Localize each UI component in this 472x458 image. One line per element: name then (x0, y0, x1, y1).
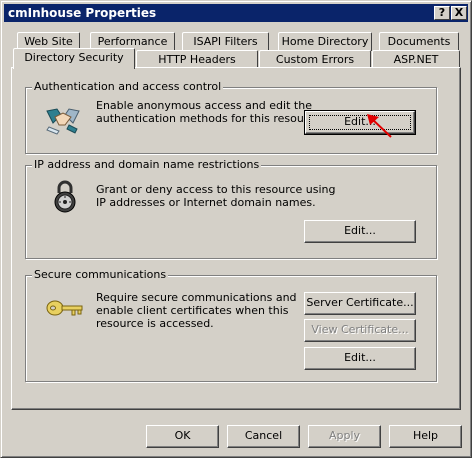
cancel-button[interactable]: Cancel (227, 425, 300, 448)
properties-dialog: cmInhouse Properties ? X Web Site Perfor… (0, 0, 472, 458)
tab-isapi-filters[interactable]: ISAPI Filters (182, 32, 269, 51)
server-certificate-button[interactable]: Server Certificate... (304, 292, 416, 315)
ip-group: IP address and domain name restrictions (25, 158, 437, 259)
ip-edit-button[interactable]: Edit... (304, 220, 416, 243)
auth-description-line2: authentication methods for this resource… (96, 112, 325, 125)
secure-description-line2: enable client certificates when this (96, 304, 289, 317)
tab-documents[interactable]: Documents (379, 32, 459, 51)
ip-group-title: IP address and domain name restrictions (32, 158, 262, 172)
apply-label: Apply (328, 429, 361, 442)
lock-icon (54, 180, 76, 213)
secure-edit-label: Edit... (344, 351, 376, 364)
auth-description-line1: Enable anonymous access and edit the (96, 99, 312, 112)
help-button[interactable]: Help (389, 425, 462, 448)
ip-description-line2: IP addresses or Internet domain names. (96, 196, 316, 209)
view-certificate-label: View Certificate... (311, 323, 409, 336)
secure-description-line3: resource is accessed. (96, 317, 214, 330)
tab-directory-security[interactable]: Directory Security (13, 48, 135, 69)
help-label: Help (412, 429, 439, 442)
ok-button[interactable]: OK (146, 425, 219, 448)
secure-description-line1: Require secure communications and (96, 291, 297, 304)
secure-group-title: Secure communications (32, 268, 169, 282)
ok-label: OK (174, 429, 191, 442)
tab-home-directory[interactable]: Home Directory (278, 32, 372, 51)
view-certificate-button[interactable]: View Certificate... (304, 319, 416, 342)
handshake-icon (46, 108, 80, 135)
ip-edit-label: Edit... (344, 224, 376, 237)
cancel-label: Cancel (244, 429, 283, 442)
help-title-button[interactable]: ? (434, 6, 450, 20)
apply-button[interactable]: Apply (308, 425, 381, 448)
ip-description-line1: Grant or deny access to this resource us… (96, 183, 336, 196)
server-certificate-label: Server Certificate... (306, 296, 414, 309)
red-arrow-icon (367, 114, 392, 138)
window-title: cmInhouse Properties (8, 6, 157, 20)
title-bar[interactable]: cmInhouse Properties ? X (4, 4, 468, 22)
close-button[interactable]: X (451, 6, 467, 20)
auth-group-title: Authentication and access control (32, 80, 224, 94)
auth-edit-button[interactable]: Edit... (304, 110, 416, 135)
secure-edit-button[interactable]: Edit... (304, 347, 416, 370)
key-icon (46, 300, 83, 316)
